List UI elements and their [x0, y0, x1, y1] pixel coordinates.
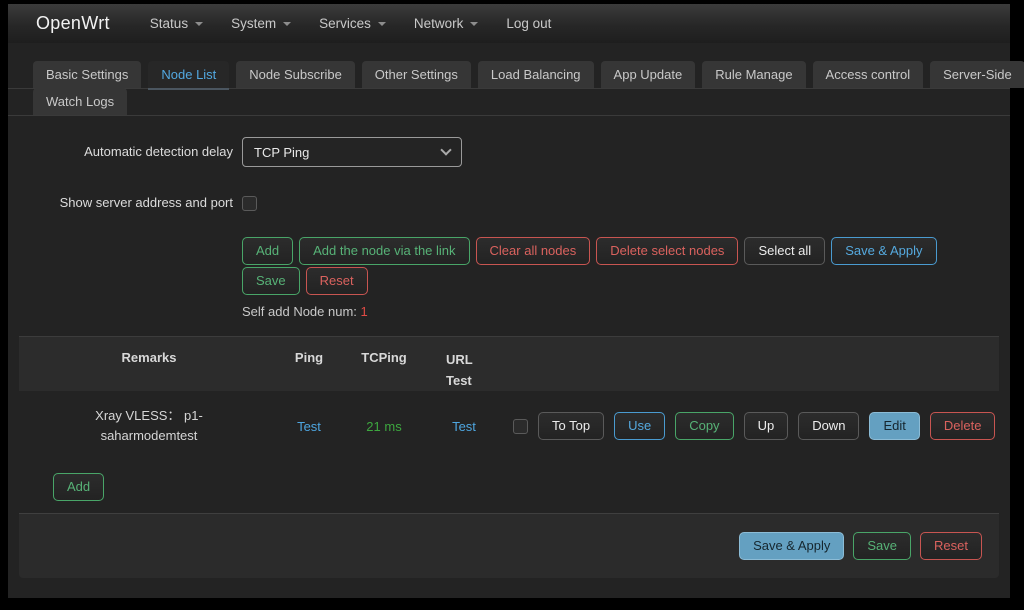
- save-apply-button-footer[interactable]: Save & Apply: [739, 532, 844, 560]
- save-button-footer[interactable]: Save: [853, 532, 911, 560]
- tab-rule-manage[interactable]: Rule Manage: [702, 61, 805, 88]
- nav-item-label: Services: [319, 16, 371, 31]
- tab-node-subscribe[interactable]: Node Subscribe: [236, 61, 355, 88]
- chevron-down-icon: [440, 144, 451, 155]
- self-add-label: Self add Node num:: [242, 304, 361, 319]
- edit-button[interactable]: Edit: [869, 412, 919, 440]
- footer-action-bar: Save & Apply Save Reset: [19, 513, 999, 578]
- tcping-value: 21 ms: [366, 419, 401, 434]
- tcping-cell: 21 ms: [339, 419, 429, 434]
- detection-delay-select[interactable]: TCP Ping: [242, 137, 462, 167]
- tab-row-2: Watch Logs: [8, 89, 1010, 116]
- ping-cell: Test: [279, 419, 339, 434]
- bottom-add-wrap: Add: [53, 473, 1010, 501]
- col-header-tcping: TCPing: [339, 350, 429, 391]
- tab-server-side[interactable]: Server-Side: [930, 61, 1024, 88]
- down-button[interactable]: Down: [798, 412, 859, 440]
- openwrt-logo: OpenWrt: [36, 13, 110, 34]
- tab-other-settings[interactable]: Other Settings: [362, 61, 471, 88]
- top-navbar: OpenWrt Status System Services Network L…: [8, 4, 1010, 43]
- delete-button[interactable]: Delete: [930, 412, 996, 440]
- select-all-button[interactable]: Select all: [744, 237, 825, 265]
- tab-watch-logs[interactable]: Watch Logs: [33, 88, 127, 115]
- urltest-test-link[interactable]: Test: [452, 419, 476, 434]
- tab-node-list[interactable]: Node List: [148, 61, 229, 88]
- show-server-checkbox[interactable]: [242, 196, 257, 211]
- tab-bar: Basic Settings Node List Node Subscribe …: [8, 62, 1010, 116]
- nav-item-services[interactable]: Services: [305, 4, 400, 43]
- delete-select-nodes-button[interactable]: Delete select nodes: [596, 237, 738, 265]
- chevron-down-icon: [195, 22, 203, 30]
- urltest-cell: Test: [429, 419, 499, 434]
- show-server-label: Show server address and port: [30, 195, 233, 211]
- nav-item-network[interactable]: Network: [400, 4, 493, 43]
- use-button[interactable]: Use: [614, 412, 665, 440]
- tab-basic-settings[interactable]: Basic Settings: [33, 61, 141, 88]
- add-node-via-link-button[interactable]: Add the node via the link: [299, 237, 469, 265]
- node-toolbar-row2: Save Reset: [242, 267, 1010, 295]
- copy-button[interactable]: Copy: [675, 412, 733, 440]
- nav-item-label: Status: [150, 16, 188, 31]
- clear-all-nodes-button[interactable]: Clear all nodes: [476, 237, 591, 265]
- self-add-count: 1: [361, 304, 368, 319]
- chevron-down-icon: [378, 22, 386, 30]
- ping-test-link[interactable]: Test: [297, 419, 321, 434]
- self-add-node-num: Self add Node num: 1: [242, 304, 1010, 319]
- chevron-down-icon: [470, 22, 478, 30]
- save-apply-button-top[interactable]: Save & Apply: [831, 237, 936, 265]
- row-actions: To Top Use Copy Up Down Edit Delete: [513, 412, 995, 440]
- chevron-down-icon: [283, 22, 291, 30]
- add-button[interactable]: Add: [242, 237, 293, 265]
- node-remarks: Xray VLESS： p1-saharmodemtest: [88, 406, 210, 446]
- page: OpenWrt Status System Services Network L…: [8, 4, 1010, 598]
- table-row: Xray VLESS： p1-saharmodemtest Test 21 ms…: [19, 391, 999, 461]
- tab-load-balancing[interactable]: Load Balancing: [478, 61, 594, 88]
- nav-item-system[interactable]: System: [217, 4, 305, 43]
- detection-delay-row: Automatic detection delay TCP Ping: [30, 137, 1010, 167]
- to-top-button[interactable]: To Top: [538, 412, 604, 440]
- detection-delay-value: TCP Ping: [254, 145, 309, 160]
- node-toolbar: Add Add the node via the link Clear all …: [242, 237, 1010, 265]
- tab-access-control[interactable]: Access control: [813, 61, 924, 88]
- table-header-row: Remarks Ping TCPing URL Test: [19, 337, 999, 391]
- nav-item-label: Network: [414, 16, 464, 31]
- nav-item-label: Log out: [506, 16, 551, 31]
- detection-delay-label: Automatic detection delay: [30, 144, 233, 160]
- nav-item-logout[interactable]: Log out: [492, 4, 565, 43]
- col-header-ping: Ping: [279, 350, 339, 391]
- row-select-checkbox[interactable]: [513, 419, 528, 434]
- add-node-button-bottom[interactable]: Add: [53, 473, 104, 501]
- col-header-remarks: Remarks: [19, 350, 279, 391]
- nav-item-status[interactable]: Status: [136, 4, 217, 43]
- tab-row-1: Basic Settings Node List Node Subscribe …: [8, 62, 1010, 89]
- nav-item-label: System: [231, 16, 276, 31]
- up-button[interactable]: Up: [744, 412, 789, 440]
- show-server-row: Show server address and port: [30, 195, 1010, 211]
- node-table: Remarks Ping TCPing URL Test Xray VLESS：…: [19, 336, 999, 461]
- reset-button-footer[interactable]: Reset: [920, 532, 982, 560]
- reset-button-top[interactable]: Reset: [306, 267, 368, 295]
- save-button-top[interactable]: Save: [242, 267, 300, 295]
- node-remarks-cell: Xray VLESS： p1-saharmodemtest: [19, 406, 279, 446]
- col-header-urltest: URL Test: [429, 350, 499, 391]
- tab-app-update[interactable]: App Update: [601, 61, 696, 88]
